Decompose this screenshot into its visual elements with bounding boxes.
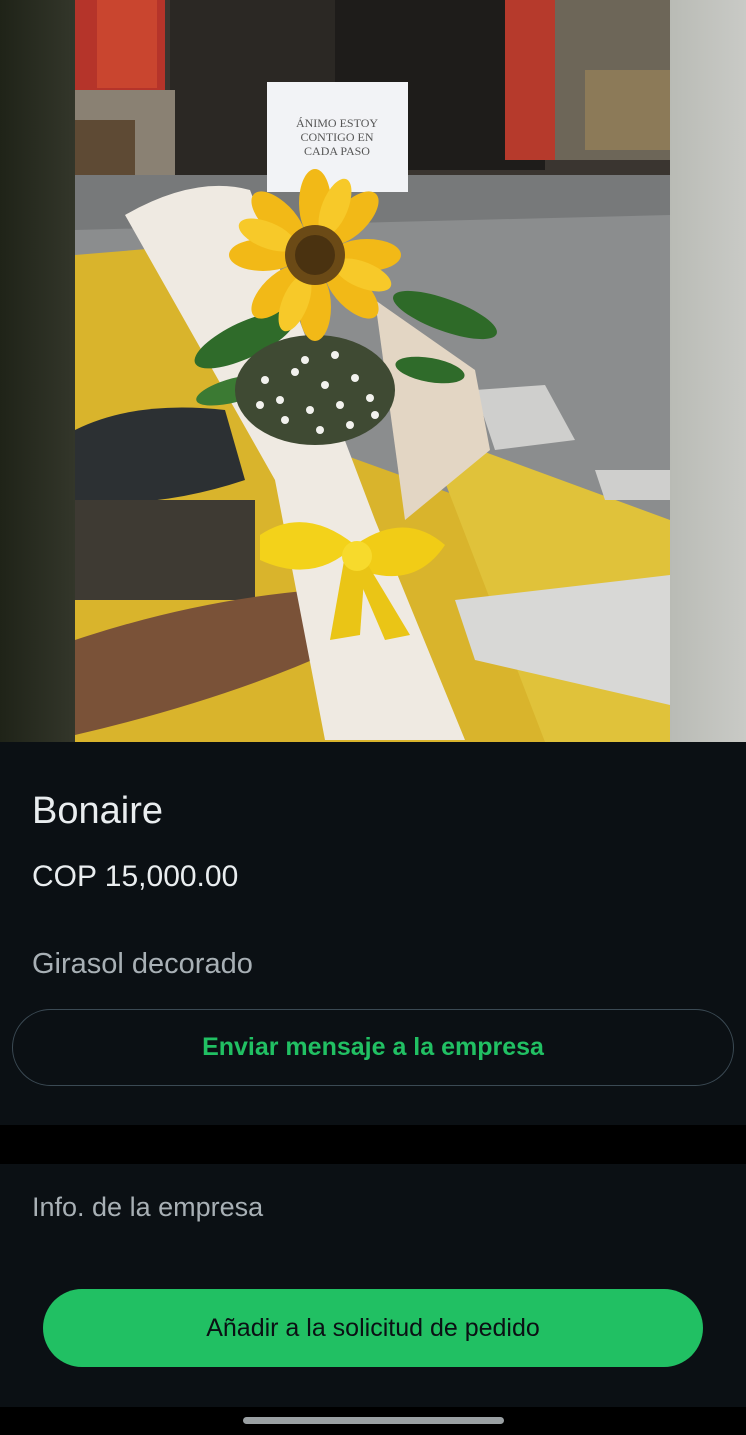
business-info-link[interactable]: Info. de la empresa: [32, 1192, 263, 1223]
add-to-order-button[interactable]: Añadir a la solicitud de pedido: [43, 1289, 703, 1367]
product-name: Bonaire: [32, 790, 163, 832]
message-business-button[interactable]: Enviar mensaje a la empresa: [12, 1009, 734, 1086]
system-nav-bar: [0, 1407, 746, 1435]
home-indicator[interactable]: [243, 1417, 504, 1424]
image-blur-left: [0, 0, 75, 742]
message-business-label: Enviar mensaje a la empresa: [202, 1033, 544, 1061]
image-blur-right: [670, 0, 746, 742]
add-to-order-label: Añadir a la solicitud de pedido: [206, 1313, 540, 1342]
product-description: Girasol decorado: [32, 948, 253, 980]
sign-line-3: CADA PASO: [304, 144, 370, 158]
sign-line-2: CONTIGO EN: [301, 130, 374, 144]
section-divider: [0, 1125, 746, 1164]
product-photo[interactable]: ÁNIMO ESTOY CONTIGO EN CADA PASO: [75, 0, 670, 742]
product-info-section: Bonaire COP 15,000.00 Girasol decorado E…: [0, 742, 746, 1125]
product-image-area[interactable]: ÁNIMO ESTOY CONTIGO EN CADA PASO: [0, 0, 746, 742]
sign-line-1: ÁNIMO ESTOY: [296, 116, 378, 130]
product-price: COP 15,000.00: [32, 860, 239, 893]
business-info-section: Info. de la empresa Añadir a la solicitu…: [0, 1164, 746, 1407]
